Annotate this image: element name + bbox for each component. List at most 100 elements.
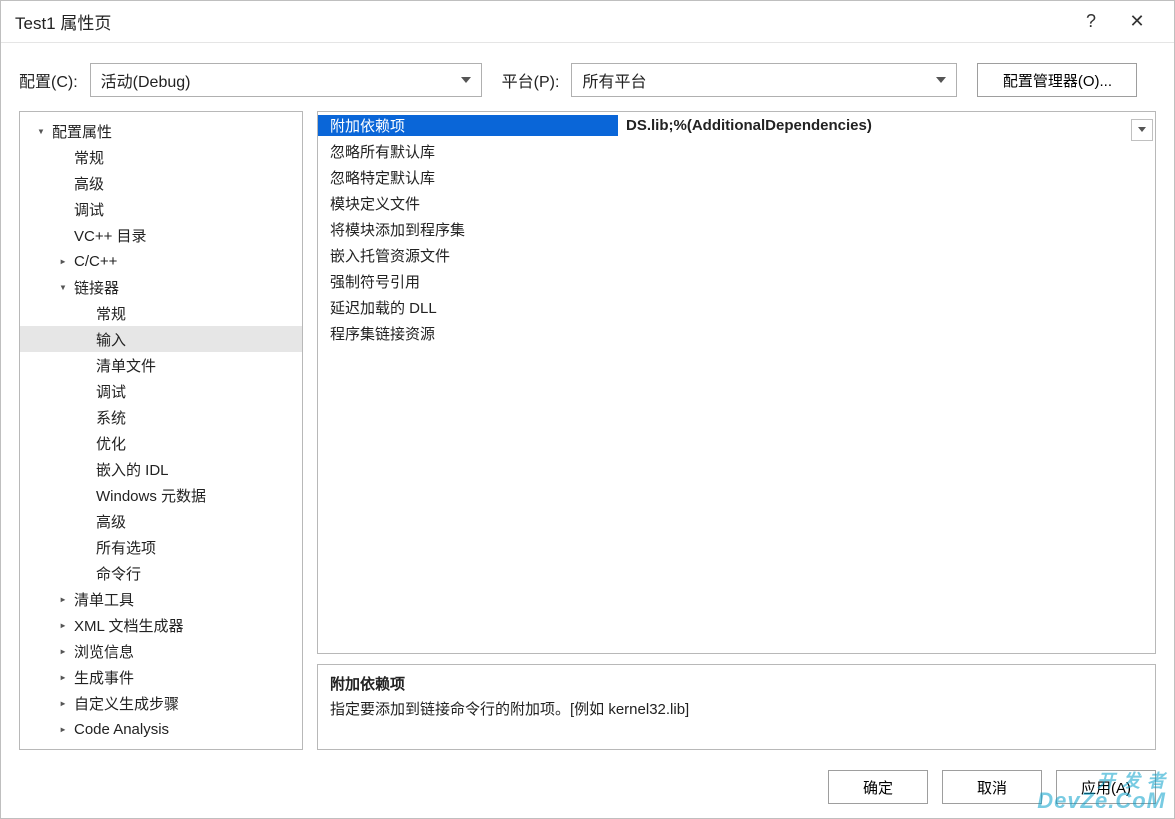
tree-item-label: 生成事件 bbox=[74, 667, 134, 688]
collapse-icon[interactable]: ▾ bbox=[34, 124, 48, 138]
tree-item[interactable]: 调试 bbox=[20, 196, 302, 222]
property-label: 延迟加载的 DLL bbox=[318, 297, 618, 318]
tree-item-label: 浏览信息 bbox=[74, 641, 134, 662]
tree-item[interactable]: ▸ XML 文档生成器 bbox=[20, 612, 302, 638]
property-label: 嵌入托管资源文件 bbox=[318, 245, 618, 266]
category-tree[interactable]: ▾配置属性常规高级调试VC++ 目录▸C/C++▾链接器常规输入清单文件调试系统… bbox=[19, 111, 303, 750]
configuration-row: 配置(C): 活动(Debug) 平台(P): 所有平台 配置管理器(O)... bbox=[1, 43, 1174, 111]
description-panel: 附加依赖项 指定要添加到链接命令行的附加项。[例如 kernel32.lib] bbox=[317, 664, 1156, 750]
expand-icon[interactable]: ▸ bbox=[56, 670, 70, 684]
expand-icon[interactable]: ▸ bbox=[56, 722, 70, 736]
tree-item-label: 高级 bbox=[74, 173, 104, 194]
tree-item-label: 调试 bbox=[96, 381, 126, 402]
expand-icon[interactable]: ▸ bbox=[56, 254, 70, 268]
ok-button[interactable]: 确定 bbox=[828, 770, 928, 804]
tree-item[interactable]: ▾配置属性 bbox=[20, 118, 302, 144]
tree-item-label: 优化 bbox=[96, 433, 126, 454]
configuration-manager-button[interactable]: 配置管理器(O)... bbox=[977, 63, 1137, 97]
configuration-label: 配置(C): bbox=[19, 68, 82, 92]
cancel-button[interactable]: 取消 bbox=[942, 770, 1042, 804]
tree-item-label: 清单文件 bbox=[96, 355, 156, 376]
window-title: Test1 属性页 bbox=[15, 9, 1068, 34]
apply-button[interactable]: 应用(A) bbox=[1056, 770, 1156, 804]
tree-item[interactable]: ▸ 浏览信息 bbox=[20, 638, 302, 664]
chevron-down-icon bbox=[461, 77, 471, 83]
platform-combo[interactable]: 所有平台 bbox=[571, 63, 957, 97]
tree-item-label: 链接器 bbox=[74, 277, 119, 298]
property-grid[interactable]: 附加依赖项DS.lib;%(AdditionalDependencies) 忽略所… bbox=[317, 111, 1156, 654]
property-label: 忽略所有默认库 bbox=[318, 141, 618, 162]
property-value-text: DS.lib;%(AdditionalDependencies) bbox=[626, 117, 872, 134]
expand-icon[interactable]: ▸ bbox=[56, 696, 70, 710]
tree-item-label: 高级 bbox=[96, 511, 126, 532]
tree-item-label: XML 文档生成器 bbox=[74, 615, 183, 636]
configuration-value: 活动(Debug) bbox=[101, 68, 453, 92]
expand-icon[interactable]: ▸ bbox=[56, 592, 70, 606]
tree-item[interactable]: ▸ C/C++ bbox=[20, 248, 302, 274]
dialog-footer: 确定 取消 应用(A) 开 发 者 DevZe.CoM bbox=[1, 762, 1174, 818]
tree-item-label: C/C++ bbox=[74, 253, 117, 270]
tree-item-label: VC++ 目录 bbox=[74, 225, 147, 246]
tree-item[interactable]: 输入 bbox=[20, 326, 302, 352]
tree-item[interactable]: 命令行 bbox=[20, 560, 302, 586]
property-row[interactable]: 程序集链接资源 bbox=[318, 320, 1155, 346]
property-row[interactable]: 将模块添加到程序集 bbox=[318, 216, 1155, 242]
right-column: 附加依赖项DS.lib;%(AdditionalDependencies)忽略所… bbox=[317, 111, 1156, 750]
tree-item[interactable]: 常规 bbox=[20, 144, 302, 170]
collapse-icon[interactable]: ▾ bbox=[56, 280, 70, 294]
tree-item[interactable]: ▸ Code Analysis bbox=[20, 716, 302, 742]
property-label: 模块定义文件 bbox=[318, 193, 618, 214]
tree-item[interactable]: 清单文件 bbox=[20, 352, 302, 378]
property-label: 程序集链接资源 bbox=[318, 323, 618, 344]
tree-item[interactable]: 嵌入的 IDL bbox=[20, 456, 302, 482]
tree-item-label: 清单工具 bbox=[74, 589, 134, 610]
property-row[interactable]: 忽略特定默认库 bbox=[318, 164, 1155, 190]
property-value[interactable]: DS.lib;%(AdditionalDependencies) bbox=[618, 117, 1155, 134]
tree-item-label: 常规 bbox=[96, 303, 126, 324]
expand-icon[interactable]: ▸ bbox=[56, 618, 70, 632]
tree-item-label: 输入 bbox=[96, 329, 126, 350]
description-title: 附加依赖项 bbox=[330, 673, 1143, 694]
platform-value: 所有平台 bbox=[582, 68, 928, 92]
property-row[interactable]: 忽略所有默认库 bbox=[318, 138, 1155, 164]
close-icon[interactable]: ✕ bbox=[1114, 4, 1160, 40]
tree-item[interactable]: 优化 bbox=[20, 430, 302, 456]
value-dropdown-button[interactable] bbox=[1131, 119, 1153, 141]
tree-item-label: 嵌入的 IDL bbox=[96, 459, 169, 480]
tree-item[interactable]: ▸ 清单工具 bbox=[20, 586, 302, 612]
tree-item[interactable]: 高级 bbox=[20, 508, 302, 534]
tree-item-label: Windows 元数据 bbox=[96, 485, 206, 506]
dialog-body: ▾配置属性常规高级调试VC++ 目录▸C/C++▾链接器常规输入清单文件调试系统… bbox=[1, 111, 1174, 762]
tree-item[interactable]: ▸ 自定义生成步骤 bbox=[20, 690, 302, 716]
tree-item-label: 调试 bbox=[74, 199, 104, 220]
expand-icon[interactable]: ▸ bbox=[56, 644, 70, 658]
tree-item[interactable]: 高级 bbox=[20, 170, 302, 196]
tree-item-label: Code Analysis bbox=[74, 721, 169, 738]
tree-item[interactable]: 调试 bbox=[20, 378, 302, 404]
platform-label: 平台(P): bbox=[502, 68, 564, 92]
tree-item[interactable]: Windows 元数据 bbox=[20, 482, 302, 508]
tree-item-label: 自定义生成步骤 bbox=[74, 693, 179, 714]
configuration-combo[interactable]: 活动(Debug) bbox=[90, 63, 482, 97]
tree-item[interactable]: ▾ 链接器 bbox=[20, 274, 302, 300]
tree-item-label: 所有选项 bbox=[96, 537, 156, 558]
property-row[interactable]: 强制符号引用 bbox=[318, 268, 1155, 294]
tree-item-label: 命令行 bbox=[96, 563, 141, 584]
tree-item[interactable]: 所有选项 bbox=[20, 534, 302, 560]
tree-item[interactable]: VC++ 目录 bbox=[20, 222, 302, 248]
property-row[interactable]: 模块定义文件 bbox=[318, 190, 1155, 216]
property-label: 忽略特定默认库 bbox=[318, 167, 618, 188]
property-row[interactable]: 嵌入托管资源文件 bbox=[318, 242, 1155, 268]
property-row[interactable]: 附加依赖项DS.lib;%(AdditionalDependencies) bbox=[318, 112, 1155, 138]
property-row[interactable]: 延迟加载的 DLL bbox=[318, 294, 1155, 320]
chevron-down-icon bbox=[1138, 127, 1146, 132]
tree-item-label: 系统 bbox=[96, 407, 126, 428]
property-label: 将模块添加到程序集 bbox=[318, 219, 618, 240]
tree-item[interactable]: 系统 bbox=[20, 404, 302, 430]
property-pages-dialog: Test1 属性页 ? ✕ 配置(C): 活动(Debug) 平台(P): 所有… bbox=[0, 0, 1175, 819]
help-icon[interactable]: ? bbox=[1068, 4, 1114, 40]
tree-item[interactable]: ▸ 生成事件 bbox=[20, 664, 302, 690]
property-label: 强制符号引用 bbox=[318, 271, 618, 292]
chevron-down-icon bbox=[936, 77, 946, 83]
tree-item[interactable]: 常规 bbox=[20, 300, 302, 326]
